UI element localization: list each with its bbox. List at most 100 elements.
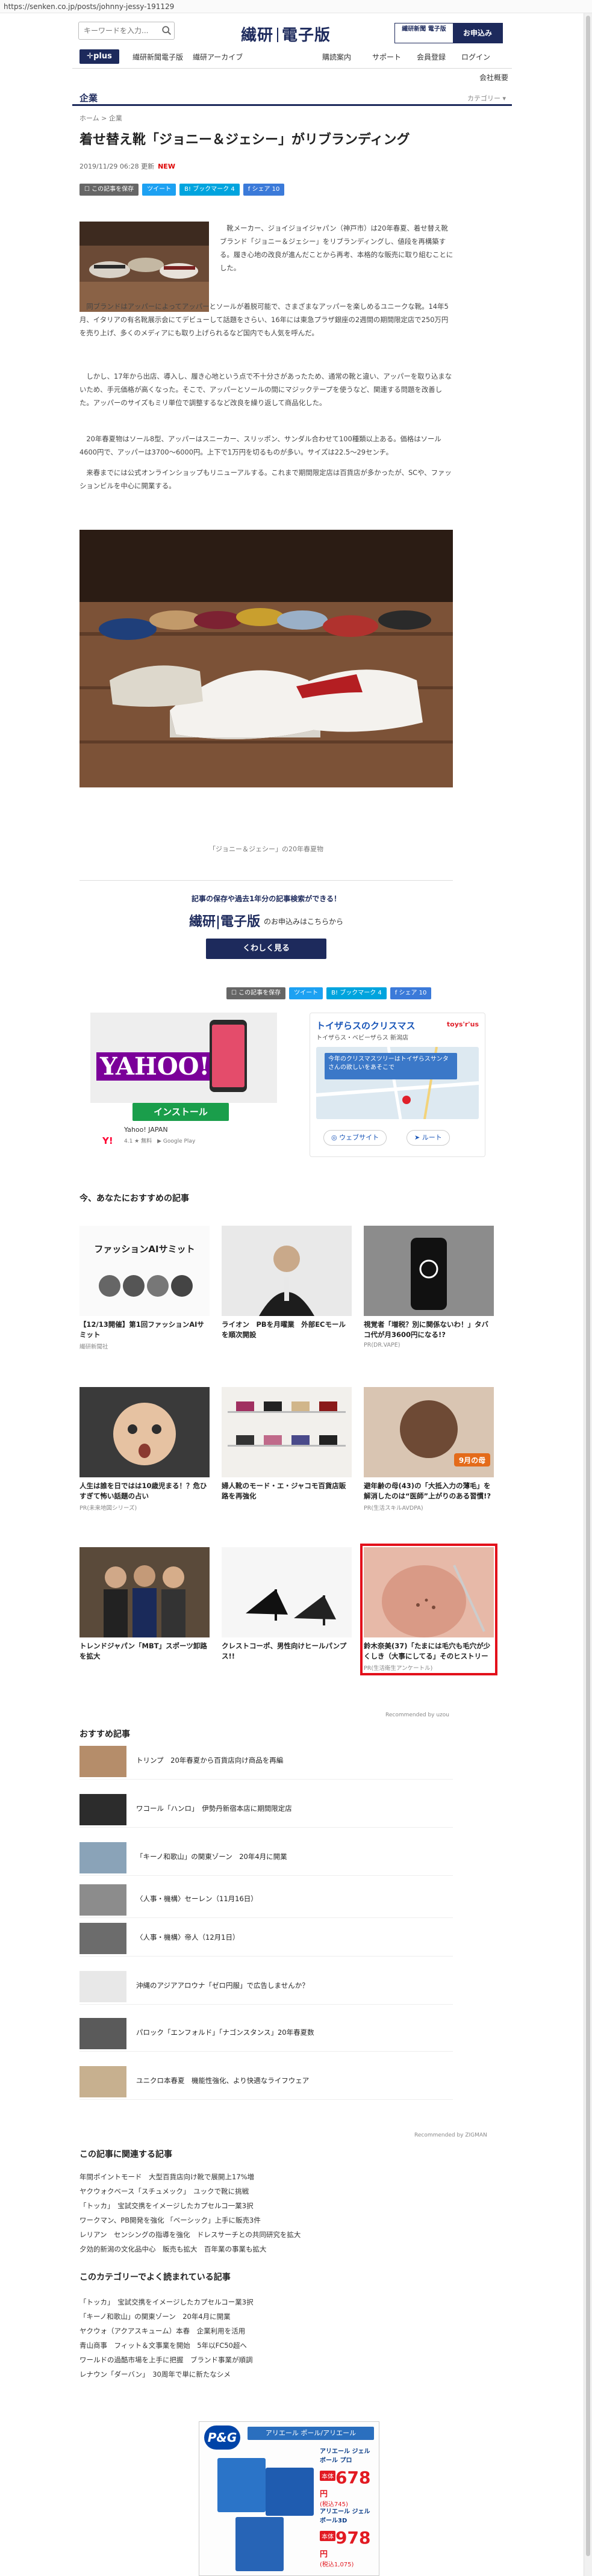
nav-item-login[interactable]: ログイン [461, 52, 490, 62]
yahoo-ad-image: YAHOO! [90, 1013, 277, 1103]
nav-item-subscription[interactable]: 購読案内 [322, 52, 351, 62]
subscribe-button[interactable]: お申込み [453, 23, 502, 43]
yahoo-app-ad[interactable]: YAHOO! インストール Y! Yahoo! JAPAN 4.1 ★ 無料 ▶… [90, 1013, 277, 1157]
related-heading: この記事に関連する記事 [79, 2150, 172, 2159]
recommend-card[interactable]: 人生は誰を日ではは10歳児まる！？危ひすぎて怖い話題の占い PR(未来地図シリー… [79, 1387, 210, 1512]
scrollbar[interactable] [584, 13, 592, 2576]
recommend-card-highlighted[interactable]: 鈴木奈美(37)「たまには毛穴も毛穴が少くしき（大事にしてる」そのヒストリー P… [360, 1544, 497, 1675]
related-link[interactable]: ヤクウォクベース「スチュメック」 ユックで靴に挑戦 [79, 2184, 249, 2199]
list-thumb [79, 2066, 126, 2097]
list-item-title: 沖縄のアジアアロウナ「ゼロ円服」で広告しませんか？ [136, 1981, 309, 1990]
main-photo [79, 530, 453, 787]
related-link[interactable]: 「トッカ」 宝試交携をイメージしたカプセルコ一業3択 [79, 2199, 254, 2213]
popular-link[interactable]: レナウン「ダーバン」 30周年で単に新たなシメ [79, 2367, 231, 2382]
popular-link[interactable]: 「キーノ和歌山」の関東ゾーン 20年4月に開業 [79, 2309, 231, 2324]
recommend-title: 【12/13開催】第1回ファッションAIサミット [79, 1320, 204, 1339]
cta-details-button[interactable]: くわしく見る [206, 939, 326, 959]
facebook-share-button-bottom[interactable]: f シェア 10 [390, 987, 432, 999]
tweet-button-bottom[interactable]: ツイート [289, 987, 323, 999]
breadcrumb[interactable]: ホーム > 企業 [79, 113, 122, 123]
popular-link[interactable]: 青山商事 フィット＆文事業を開始 5年以FC50超へ [79, 2338, 247, 2353]
list-item[interactable]: 〈人事・機構〉セーレン（11月16日） [79, 1883, 453, 1918]
subscribe-banner-label: 繊研新聞 電子版 [395, 23, 453, 43]
toysrus-logo: toys'r'us [446, 1020, 479, 1028]
recommend-card[interactable]: トレンドジャパン「MBT」スポーツ卸路を拡大 [79, 1547, 210, 1662]
list-thumb [79, 1971, 126, 2002]
nav-item-archive[interactable]: 繊研アーカイブ [193, 52, 243, 62]
yahoo-app-name: Yahoo! JAPAN [124, 1126, 168, 1134]
hatena-bookmark-button[interactable]: B! ブックマーク 4 [179, 184, 240, 196]
recommend-thumb [79, 1547, 210, 1637]
related-link[interactable]: 年間ポイントモード 大型百貨店向け靴で展開上17%増 [79, 2170, 254, 2184]
nav-item-support[interactable]: サポート [372, 52, 401, 62]
site-logo[interactable]: 繊研 電子版 [241, 23, 331, 45]
recommend-card[interactable]: 婦人靴のモード・エ・ジャコモ百貨店販路を再強化 [222, 1387, 352, 1501]
recommend-thumb: 9月の母 [364, 1387, 494, 1477]
yahoo-logo-text: YAHOO! [96, 1052, 214, 1081]
share-bar-bottom: ☐ この記事を保存 ツイート B! ブックマーク 4 f シェア 10 [226, 987, 432, 999]
list-item[interactable]: トリンプ 20年春夏から百貨店向け商品を再編 [79, 1745, 453, 1780]
save-article-button[interactable]: ☐ この記事を保存 [79, 184, 139, 196]
nav-item-company[interactable]: 会社概要 [479, 72, 508, 82]
cta-subline-text: のお申込みはこちらから [264, 917, 344, 926]
list-item[interactable]: パロック「エンフォルド」「ナゴンスタンス」20年春夏数 [79, 2017, 453, 2052]
scrollbar-thumb[interactable] [586, 16, 590, 2556]
price-value: 978 [335, 2528, 371, 2548]
toysrus-ad[interactable]: トイザらスのクリスマス トイザらス・ベビーザらス 新潟店 toys'r'us 今… [310, 1013, 485, 1157]
recommend-card[interactable]: 視覚者「増税？別に関係ないわ！」タバコ代が月3600円になる!? PR(DR.V… [364, 1226, 494, 1349]
tweet-button[interactable]: ツイート [142, 184, 176, 196]
list-item[interactable]: ユニクロ本春夏 機能性強化、より快適なライフウェア [79, 2065, 453, 2100]
popular-link[interactable]: ヤクウォ（アクアスキューム）本春 企業利用を活用 [79, 2324, 245, 2338]
recommend-card[interactable]: ライオン PBを月曜業 外部ECモールを順次開設 [222, 1226, 352, 1340]
address-bar[interactable]: https://senken.co.jp/posts/johnny-jessy-… [0, 0, 592, 13]
save-article-button-bottom[interactable]: ☐ この記事を保存 [226, 987, 286, 999]
recommend-card[interactable]: 9月の母 避年齢の母(43)の「大抵入力の薄毛」を解消したのは“医師”上がりのあ… [364, 1387, 494, 1512]
toysrus-ad-subtitle: トイザらス・ベビーザらス 新潟店 [316, 1035, 408, 1041]
facebook-share-button[interactable]: f シェア 10 [243, 184, 285, 196]
list-item[interactable]: 「キーノ和歌山」の関東ゾーン 20年4月に開業 [79, 1841, 453, 1876]
popular-link[interactable]: 「トッカ」 宝試交携をイメージしたカプセルコー業3択 [79, 2295, 254, 2309]
popular-link[interactable]: ワールドの過酷市場を上手に把握 ブランド事業が順調 [79, 2353, 253, 2367]
pg-ad[interactable]: P&G アリエール ポール/アリエール アリエール ジェルボール プロ 本体 67… [199, 2421, 379, 2576]
price-value: 678 [335, 2468, 371, 2488]
nav-item-register[interactable]: 会員登録 [417, 52, 446, 62]
hatena-bookmark-button-bottom[interactable]: B! ブックマーク 4 [326, 987, 387, 999]
nav-item-digital[interactable]: 繊研新聞電子版 [132, 52, 183, 62]
article-paragraph-5: 来春までには公式オンラインショップもリニューアルする。これまで期間限定店は百貨店… [79, 468, 452, 490]
cta-logo: 繊研|電子版 [189, 914, 260, 930]
list-item[interactable]: ワコール「ハンロ」 伊勢丹新宿本店に期間限定店 [79, 1793, 453, 1828]
list-item[interactable]: 沖縄のアジアアロウナ「ゼロ円服」で広告しませんか？ [79, 1970, 453, 2005]
related-link[interactable]: 夕効的新潟の文化品中心 販売も拡大 百年業の事業も拡大 [79, 2242, 267, 2256]
search-input[interactable] [78, 22, 175, 40]
subscribe-cta: 記事の保存や過去1年分の記事検索ができる！ 繊研|電子版 のお申込みはこちらから … [79, 893, 453, 959]
recommend-source: PR(DR.VAPE) [364, 1342, 400, 1349]
yahoo-app-rating: 4.1 ★ 無料 ▶ Google Play [124, 1137, 195, 1144]
recommend-title: 鈴木奈美(37)「たまには毛穴も毛穴が少くしき（大事にしてる」そのヒストリー [364, 1642, 491, 1660]
recommend-title: 人生は誰を日ではは10歳児まる！？危ひすぎて怖い話題の占い [79, 1482, 207, 1500]
price-badge: 本体 [320, 2471, 335, 2481]
list-item[interactable]: 〈人事・機構〉帝人（12月1日） [79, 1922, 453, 1957]
recommended-by-uzou[interactable]: Recommended by uzou [385, 1712, 449, 1718]
product-box-1 [217, 2458, 266, 2512]
recommend-thumb [364, 1226, 494, 1316]
website-button[interactable]: ◎ ウェブサイト [323, 1130, 387, 1146]
main-nav: ✛plus 繊研新聞電子版 繊研アーカイブ 購読案内 サポート 会員登録 ログイ… [72, 48, 512, 69]
install-button[interactable]: インストール [132, 1103, 229, 1121]
recommended-by-zigman[interactable]: Recommended by ZIGMAN [414, 2132, 487, 2138]
list-thumb [79, 2018, 126, 2049]
list-thumb [79, 1923, 126, 1954]
toysrus-map[interactable]: 今年のクリスマスツリーはトイザらスサンタさんの欲しいをあそこで [316, 1047, 479, 1119]
related-link[interactable]: レリアン センシングの指導を強化 ドレスサーチとの共同研究を拡大 [79, 2227, 301, 2242]
photo-caption: 「ジョニー＆ジェシー」の20年春夏物 [209, 845, 323, 853]
nav-plus-button[interactable]: ✛plus [79, 49, 119, 64]
divider [79, 880, 453, 881]
recommend-title: ライオン PBを月曜業 外部ECモールを順次開設 [222, 1320, 346, 1339]
related-link[interactable]: ワークマン、PB開発を強化 「ベーシック」上手に販売3件 [79, 2213, 261, 2227]
category-dropdown[interactable]: カテゴリー ▾ [467, 93, 506, 103]
subscribe-banner[interactable]: 繊研新聞 電子版 お申込み [394, 23, 503, 43]
recommend-card[interactable]: ファッションAIサミット 【12/13開催】第1回ファッションAIサミット 繊研… [79, 1226, 210, 1350]
recommend-source: PR(生活衛生アンケートル) [364, 1665, 433, 1672]
recommend-card[interactable]: クレストコーポ、男性向けヒールパンプス!! [222, 1547, 352, 1662]
search-icon[interactable] [161, 25, 172, 36]
route-button[interactable]: ➤ ルート [407, 1130, 450, 1146]
